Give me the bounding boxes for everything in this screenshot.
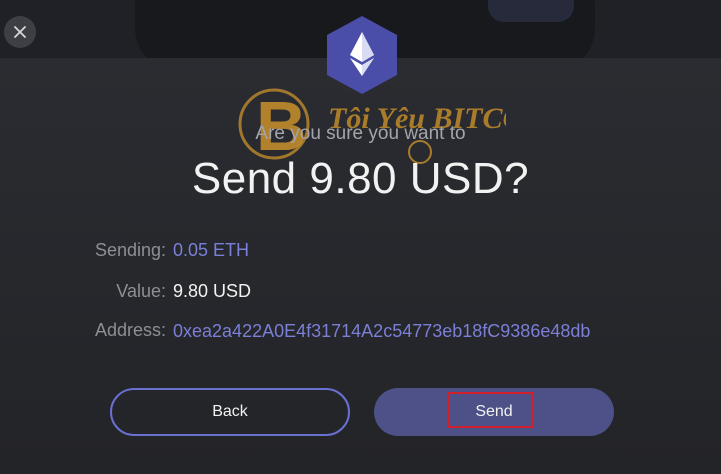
amount-heading: Send 9.80 USD? xyxy=(191,154,530,203)
send-button[interactable]: Send xyxy=(374,388,614,436)
sending-label: Sending: xyxy=(94,240,166,260)
address-label: Address: xyxy=(94,320,166,340)
value-label: Value: xyxy=(116,281,166,301)
close-icon xyxy=(14,26,26,38)
confirm-prompt: Are you sure you want to xyxy=(255,123,466,144)
ethereum-badge xyxy=(324,14,400,96)
address-value: 0xea2a422A0E4f31714A2c54773eb18fC9386e48… xyxy=(173,321,591,341)
background-asset-chip xyxy=(488,0,574,22)
back-button[interactable]: Back xyxy=(110,388,350,436)
ethereum-icon xyxy=(327,16,397,94)
sending-value: 0.05 ETH xyxy=(173,240,250,260)
close-button[interactable] xyxy=(4,16,36,48)
value-value: 9.80 USD xyxy=(173,281,252,301)
